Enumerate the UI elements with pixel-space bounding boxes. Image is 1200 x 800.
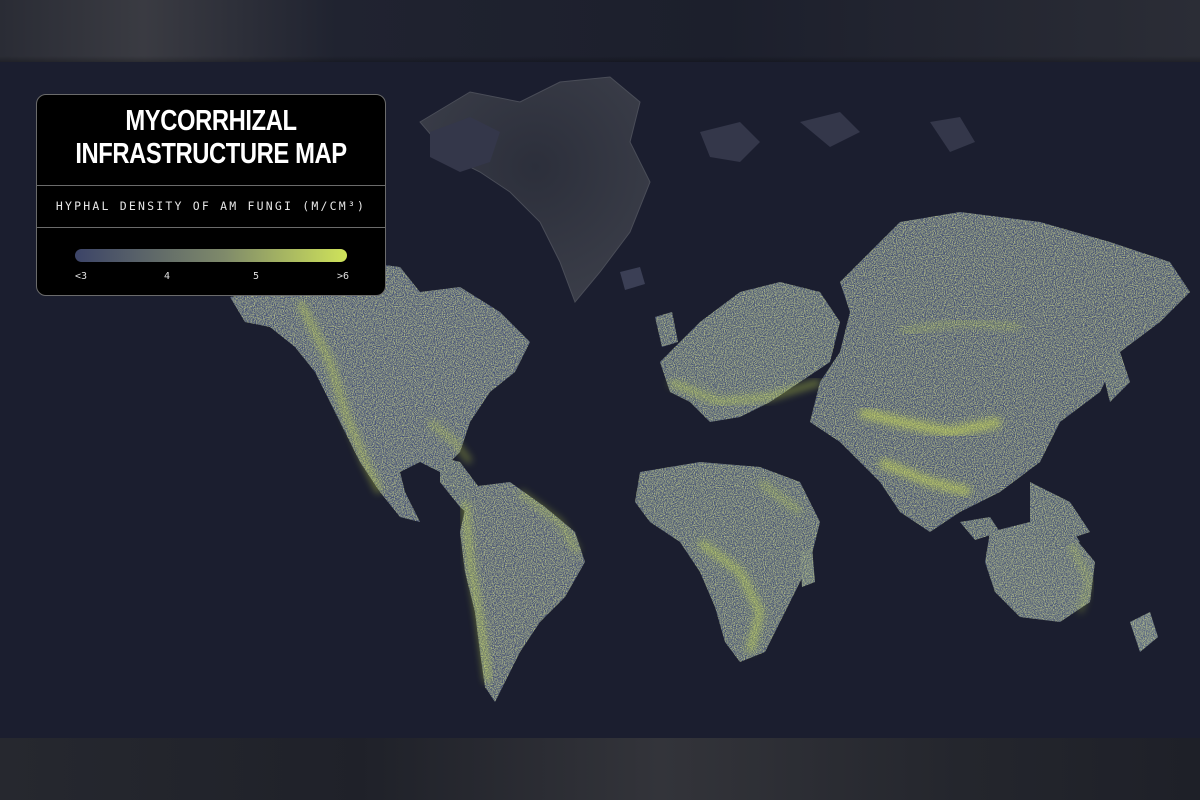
legend-color-ramp (75, 249, 347, 262)
legend-tick-max: >6 (336, 271, 350, 282)
bottom-blur-band (0, 738, 1200, 800)
legend-title: MYCORRHIZAL INFRASTRUCTURE MAP (68, 105, 353, 171)
top-blur-band (0, 0, 1200, 62)
legend-title-line2: INFRASTRUCTURE MAP (75, 138, 347, 170)
legend-subtitle: HYPHAL DENSITY OF AM FUNGI (M/CM³) (55, 199, 367, 213)
asia (810, 212, 1190, 542)
legend-divider-top (37, 185, 385, 186)
legend-title-line1: MYCORRHIZAL (125, 105, 297, 137)
south-america (460, 482, 585, 702)
legend-tick-min: <3 (74, 271, 88, 282)
legend-card: MYCORRHIZAL INFRASTRUCTURE MAP HYPHAL DE… (36, 94, 386, 296)
north-america (230, 262, 530, 524)
legend-divider-bottom (37, 227, 385, 228)
legend-tick-5: 5 (252, 271, 260, 282)
legend-tick-4: 4 (163, 271, 171, 282)
